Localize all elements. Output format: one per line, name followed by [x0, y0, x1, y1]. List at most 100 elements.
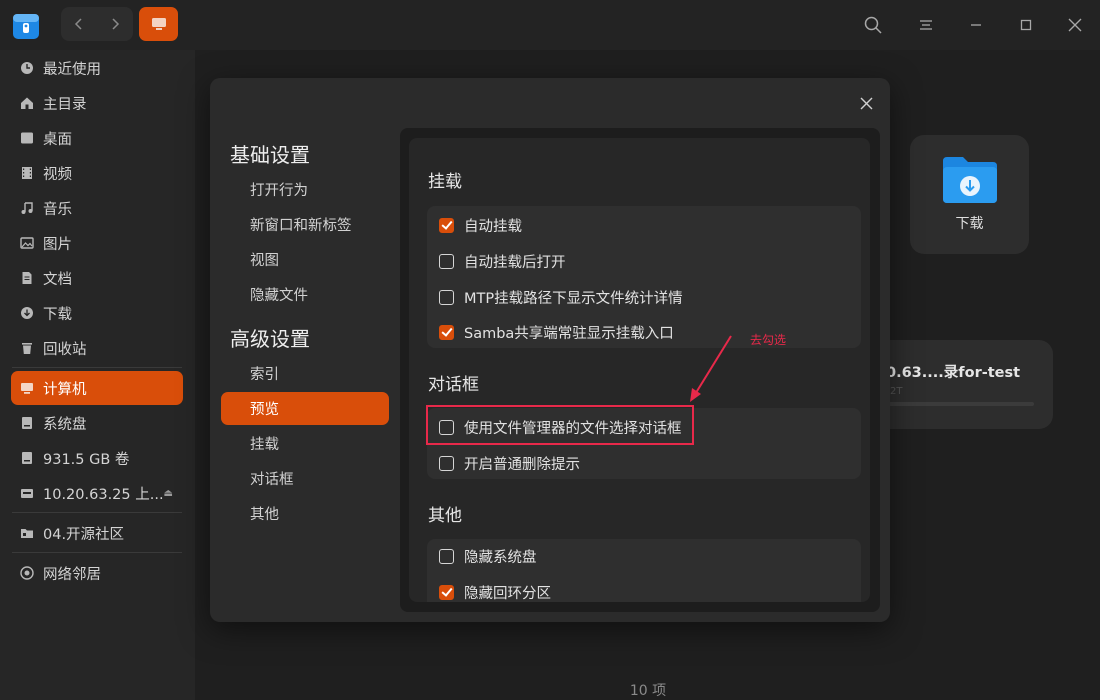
desktop-icon	[19, 130, 35, 146]
sidebar-item-pictures[interactable]: 图片	[11, 226, 183, 260]
dialog-close-button[interactable]	[856, 93, 876, 113]
checkbox[interactable]	[439, 455, 454, 471]
sidebar-divider	[12, 552, 182, 553]
nav-item-dialog[interactable]: 对话框	[221, 462, 389, 495]
nav-item-hidden-files[interactable]: 隐藏文件	[221, 278, 389, 311]
clock-icon	[19, 60, 35, 76]
annotation-highlight-box	[426, 405, 694, 445]
network-mount-card[interactable]: 0.63....录for-test 2T	[870, 340, 1053, 429]
back-button[interactable]	[61, 7, 97, 41]
network-drive-icon	[19, 485, 35, 501]
sidebar-item-label: 系统盘	[43, 416, 87, 433]
image-icon	[19, 235, 35, 251]
disk-icon	[19, 450, 35, 466]
sidebar-item-label: 计算机	[43, 381, 87, 398]
option-samba-entry[interactable]: Samba共享端常驻显示挂载入口	[439, 320, 674, 344]
option-label: 开启普通删除提示	[464, 456, 580, 473]
sidebar-item-documents[interactable]: 文档	[11, 261, 183, 295]
home-icon	[19, 95, 35, 111]
file-manager-window: 最近使用 主目录 桌面 视频 音乐 图片 文档 下载 回收站 计算机 系统盘 9…	[0, 0, 1100, 700]
option-hide-loop-partition[interactable]: 隐藏回环分区	[439, 580, 551, 602]
trash-icon	[19, 340, 35, 356]
downloads-folder-label: 下载	[955, 216, 984, 232]
forward-button[interactable]	[97, 7, 133, 41]
nav-item-mount[interactable]: 挂载	[221, 427, 389, 460]
music-icon	[19, 200, 35, 216]
checkbox[interactable]	[439, 584, 454, 600]
sidebar-item-community[interactable]: 04.开源社区	[11, 516, 183, 550]
option-label: 自动挂载后打开	[464, 254, 566, 271]
nav-item-preview[interactable]: 预览	[221, 392, 389, 425]
sidebar-item-label: 图片	[43, 236, 72, 253]
document-icon	[19, 270, 35, 286]
nav-item-open-behavior[interactable]: 打开行为	[221, 173, 389, 206]
search-button[interactable]	[861, 13, 885, 37]
maximize-button[interactable]	[1014, 13, 1038, 37]
sidebar-item-trash[interactable]: 回收站	[11, 331, 183, 365]
sidebar-item-desktop[interactable]: 桌面	[11, 121, 183, 155]
download-icon	[19, 305, 35, 321]
sidebar-divider	[12, 367, 182, 368]
sidebar-item-label: 04.开源社区	[43, 526, 125, 543]
option-delete-prompt[interactable]: 开启普通删除提示	[439, 451, 580, 475]
search-icon	[864, 16, 882, 34]
chevron-right-icon	[112, 18, 120, 30]
network-mount-size: 2T	[890, 386, 903, 397]
sidebar-item-label: 931.5 GB 卷	[43, 451, 130, 468]
folder-icon	[19, 525, 35, 541]
computer-icon	[151, 18, 166, 30]
settings-dialog: 基础设置 打开行为 新窗口和新标签 视图 隐藏文件 高级设置 索引 预览 挂载 …	[210, 78, 890, 622]
option-label: Samba共享端常驻显示挂载入口	[464, 325, 674, 342]
disk-icon	[19, 415, 35, 431]
close-icon	[1068, 18, 1082, 32]
nav-item-new-window-tab[interactable]: 新窗口和新标签	[221, 208, 389, 241]
option-label: 隐藏系统盘	[464, 549, 537, 566]
option-mtp-stats[interactable]: MTP挂载路径下显示文件统计详情	[439, 285, 683, 309]
nav-item-other[interactable]: 其他	[221, 497, 389, 530]
section-title-other: 其他	[428, 506, 462, 526]
sidebar-item-computer[interactable]: 计算机	[11, 371, 183, 405]
downloads-folder-card[interactable]: 下载	[910, 135, 1029, 254]
sidebar-item-home[interactable]: 主目录	[11, 86, 183, 120]
menu-button[interactable]	[914, 13, 938, 37]
option-hide-system-disk[interactable]: 隐藏系统盘	[439, 544, 537, 568]
sidebar-item-label: 音乐	[43, 201, 72, 218]
sidebar-item-network[interactable]: 网络邻居	[11, 556, 183, 590]
option-auto-mount[interactable]: 自动挂载	[439, 213, 522, 237]
sidebar-item-music[interactable]: 音乐	[11, 191, 183, 225]
checkbox[interactable]	[439, 548, 454, 564]
menu-icon	[920, 20, 932, 30]
nav-group-basic: 基础设置	[230, 143, 310, 167]
sidebar-item-volume[interactable]: 931.5 GB 卷	[11, 441, 183, 475]
sidebar-item-network-mount[interactable]: 10.20.63.25 上... ⏏	[11, 476, 183, 510]
settings-content: 挂载 自动挂载 自动挂载后打开 MTP挂载路径下显示文件统计详情 Samba共享…	[400, 128, 880, 612]
app-logo-icon	[13, 14, 39, 39]
settings-nav: 基础设置 打开行为 新窗口和新标签 视图 隐藏文件 高级设置 索引 预览 挂载 …	[210, 78, 400, 622]
computer-icon	[19, 380, 35, 396]
network-icon	[19, 565, 35, 581]
minimize-button[interactable]	[964, 13, 988, 37]
sidebar-item-downloads[interactable]: 下载	[11, 296, 183, 330]
checkbox[interactable]	[439, 289, 454, 305]
checkbox[interactable]	[439, 253, 454, 269]
checkbox[interactable]	[439, 324, 454, 340]
sidebar-item-videos[interactable]: 视频	[11, 156, 183, 190]
sidebar-item-system-disk[interactable]: 系统盘	[11, 406, 183, 440]
breadcrumb-computer-button[interactable]	[139, 7, 178, 41]
eject-icon[interactable]: ⏏	[164, 488, 173, 499]
minimize-icon	[971, 24, 981, 26]
nav-item-index[interactable]: 索引	[221, 357, 389, 390]
settings-scroll-area[interactable]: 挂载 自动挂载 自动挂载后打开 MTP挂载路径下显示文件统计详情 Samba共享…	[409, 138, 870, 602]
close-window-button[interactable]	[1063, 13, 1087, 37]
sidebar-item-label: 网络邻居	[43, 566, 101, 583]
option-open-after-mount[interactable]: 自动挂载后打开	[439, 249, 566, 273]
annotation-arrow-icon	[690, 335, 732, 402]
nav-group-advanced: 高级设置	[230, 327, 310, 351]
close-icon	[860, 97, 872, 109]
annotation-text: 去勾选	[750, 333, 787, 347]
checkbox[interactable]	[439, 217, 454, 233]
sidebar-item-recent[interactable]: 最近使用	[11, 51, 183, 85]
section-title-mount: 挂载	[428, 172, 462, 192]
nav-item-view[interactable]: 视图	[221, 243, 389, 276]
sidebar-item-label: 最近使用	[43, 61, 101, 78]
